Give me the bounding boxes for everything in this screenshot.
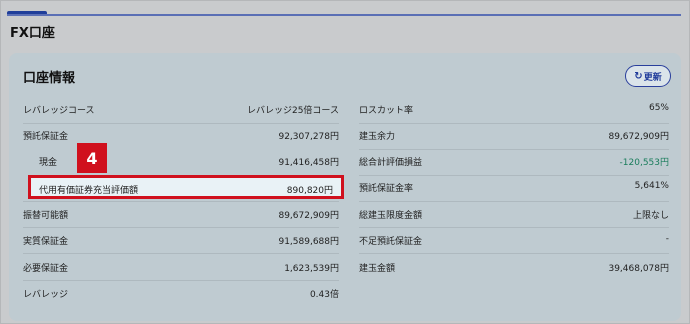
row-value: 5,641% [634, 181, 669, 191]
step-number-badge: 4 [77, 143, 107, 173]
panel-title: 口座情報 [23, 71, 76, 86]
row-label: レバレッジコース [23, 106, 95, 116]
row-label: 振替可能額 [23, 211, 69, 221]
row-label: 預託保証金 [23, 132, 69, 142]
refresh-label: 更新 [643, 72, 662, 83]
row-divider [23, 201, 339, 202]
row-label: 不足預託保証金 [359, 237, 423, 247]
row-label: 建玉余力 [359, 132, 396, 142]
row-label: 現金 [39, 158, 58, 168]
row-deposit-margin: 預託保証金 92,307,278円 [23, 125, 339, 145]
row-transferable: 振替可能額 89,672,909円 [23, 204, 339, 224]
row-label: 代用有価証券充当評価額 [39, 186, 139, 196]
row-position-amount: 建玉金額 39,468,078円 [359, 257, 669, 277]
row-value: 上限なし [632, 211, 669, 221]
row-value: 91,589,688円 [278, 237, 339, 247]
row-value: 0.43倍 [309, 290, 339, 300]
row-value: 92,307,278円 [278, 132, 339, 142]
row-leverage: レバレッジ 0.43倍 [23, 283, 339, 303]
tab-underline [7, 14, 681, 16]
row-value: 890,820円 [286, 186, 333, 196]
row-label: レバレッジ [23, 290, 69, 300]
row-divider [359, 227, 669, 228]
highlighted-row-substitute-securities: 代用有価証券充当評価額 890,820円 [28, 175, 344, 199]
row-divider [359, 123, 669, 124]
row-shortfall: 不足預託保証金 - [359, 230, 669, 250]
row-value: -120,553円 [619, 158, 669, 168]
row-label: 必要保証金 [23, 264, 69, 274]
row-label: ロスカット率 [359, 106, 414, 116]
row-value: レバレッジ25倍コース [246, 106, 339, 116]
row-value: 65% [648, 103, 669, 113]
row-label: 預託保証金率 [359, 184, 414, 194]
row-value: 89,672,909円 [278, 211, 339, 221]
row-required-margin: 必要保証金 1,623,539円 [23, 257, 339, 277]
row-divider [23, 227, 339, 228]
row-label: 実質保証金 [23, 237, 69, 247]
row-label: 総建玉限度金額 [359, 211, 423, 221]
row-label: 総合計評価損益 [359, 158, 423, 168]
row-label: 建玉金額 [359, 264, 396, 274]
row-position-limit: 総建玉限度金額 上限なし [359, 204, 669, 224]
row-deposit-rate: 預託保証金率 5,641% [359, 177, 669, 197]
row-divider [23, 253, 339, 254]
refresh-button[interactable]: ↻ 更新 [625, 65, 671, 87]
page-title: FX口座 [10, 26, 55, 41]
row-leverage-course: レバレッジコース レバレッジ25倍コース [23, 99, 339, 119]
row-position-capacity: 建玉余力 89,672,909円 [359, 125, 669, 145]
row-total-pnl: 総合計評価損益 -120,553円 [359, 151, 669, 171]
row-losscut-rate: ロスカット率 65% [359, 99, 669, 119]
row-divider [23, 123, 339, 124]
row-divider [359, 149, 669, 150]
row-value: 91,416,458円 [278, 158, 339, 168]
row-value: 1,623,539円 [284, 264, 339, 274]
row-divider [359, 253, 669, 254]
row-divider [23, 280, 339, 281]
refresh-icon: ↻ [634, 70, 643, 82]
screen-frame: FX口座 口座情報 ↻ 更新 レバレッジコース レバレッジ25倍コース 預託保証… [0, 0, 690, 324]
row-value: 39,468,078円 [608, 264, 669, 274]
row-divider [359, 201, 669, 202]
row-divider [359, 175, 669, 176]
row-value: - [665, 234, 669, 244]
row-value: 89,672,909円 [608, 132, 669, 142]
row-actual-margin: 実質保証金 91,589,688円 [23, 230, 339, 250]
row-cash: 現金 91,416,458円 [23, 151, 339, 171]
